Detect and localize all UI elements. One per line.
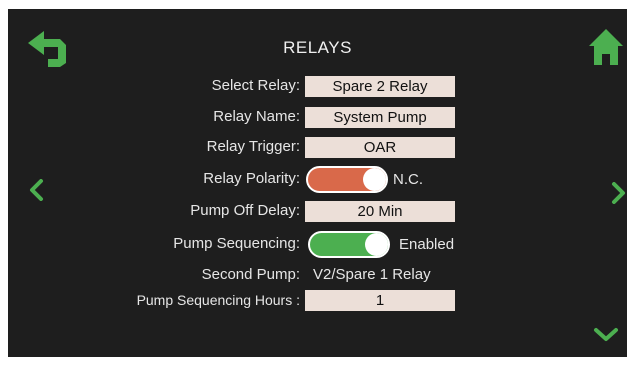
- pump-sequencing-toggle[interactable]: [308, 231, 390, 258]
- pump-off-delay-label: Pump Off Delay:: [190, 202, 300, 219]
- select-relay-label: Select Relay:: [211, 77, 300, 94]
- relay-name-label: Relay Name:: [213, 108, 300, 125]
- second-pump-value: V2/Spare 1 Relay: [313, 266, 431, 283]
- relay-trigger-field[interactable]: OAR: [305, 137, 455, 158]
- pump-sequencing-state: Enabled: [399, 236, 455, 253]
- relay-polarity-toggle[interactable]: [306, 166, 388, 193]
- pump-sequencing-hours-label: Pump Sequencing Hours :: [136, 292, 300, 308]
- relay-polarity-state: N.C.: [393, 171, 423, 188]
- pump-sequencing-label: Pump Sequencing:: [173, 235, 300, 252]
- relay-polarity-label: Relay Polarity:: [203, 170, 300, 187]
- chevron-down-icon[interactable]: [593, 327, 619, 343]
- toggle-knob: [363, 168, 386, 191]
- second-pump-label: Second Pump:: [201, 266, 300, 283]
- relays-screen: RELAYS Select Relay: Spare 2 Relay Relay…: [8, 9, 627, 357]
- relay-name-field[interactable]: System Pump: [305, 107, 455, 128]
- page-title: RELAYS: [283, 38, 352, 57]
- chevron-right-icon[interactable]: [611, 182, 627, 204]
- select-relay-field[interactable]: Spare 2 Relay: [305, 76, 455, 97]
- toggle-knob: [365, 233, 388, 256]
- relay-trigger-label: Relay Trigger:: [206, 138, 300, 155]
- pump-off-delay-field[interactable]: 20 Min: [305, 201, 455, 222]
- pump-sequencing-hours-field[interactable]: 1: [305, 290, 455, 311]
- chevron-left-icon[interactable]: [28, 179, 44, 201]
